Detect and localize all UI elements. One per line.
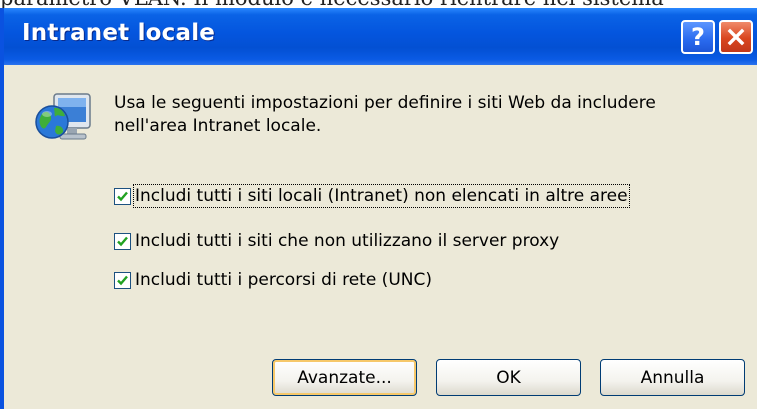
option-label-local-sites: Includi tutti i siti locali (Intranet) n… — [133, 184, 630, 208]
checkbox-include-unc-paths[interactable] — [114, 271, 131, 289]
title-bar[interactable]: Intranet locale ? — [4, 8, 757, 65]
close-button[interactable] — [719, 20, 753, 54]
check-mark-icon — [117, 191, 128, 201]
dialog-description: Usa le seguenti impostazioni per definir… — [114, 93, 656, 136]
advanced-button[interactable]: Avanzate... — [272, 359, 417, 396]
intranet-locale-dialog: Intranet locale ? Usa le seguenti impost… — [0, 8, 757, 409]
option-label-no-proxy: Includi tutti i siti che non utilizzano … — [135, 231, 560, 251]
check-mark-icon — [117, 275, 128, 285]
background-document: parametro VLAN. Il modulo è necessario r… — [0, 0, 757, 8]
help-button[interactable]: ? — [681, 20, 715, 54]
background-text: parametro VLAN. Il modulo è necessario r… — [0, 0, 664, 8]
option-include-unc-paths[interactable]: Includi tutti i percorsi di rete (UNC) — [114, 270, 432, 290]
cancel-button[interactable]: Annulla — [600, 359, 745, 396]
checkbox-include-no-proxy-sites[interactable] — [114, 232, 131, 250]
ok-button[interactable]: OK — [436, 359, 581, 396]
option-include-local-sites[interactable]: Includi tutti i siti locali (Intranet) n… — [114, 184, 630, 208]
option-include-no-proxy-sites[interactable]: Includi tutti i siti che non utilizzano … — [114, 231, 559, 251]
close-icon — [727, 28, 745, 46]
help-icon: ? — [691, 23, 705, 51]
checkbox-include-local-sites[interactable] — [114, 187, 131, 205]
network-globe-icon — [35, 93, 91, 140]
option-label-unc: Includi tutti i percorsi di rete (UNC) — [135, 270, 432, 290]
check-mark-icon — [117, 236, 128, 246]
dialog-title: Intranet locale — [22, 20, 216, 46]
